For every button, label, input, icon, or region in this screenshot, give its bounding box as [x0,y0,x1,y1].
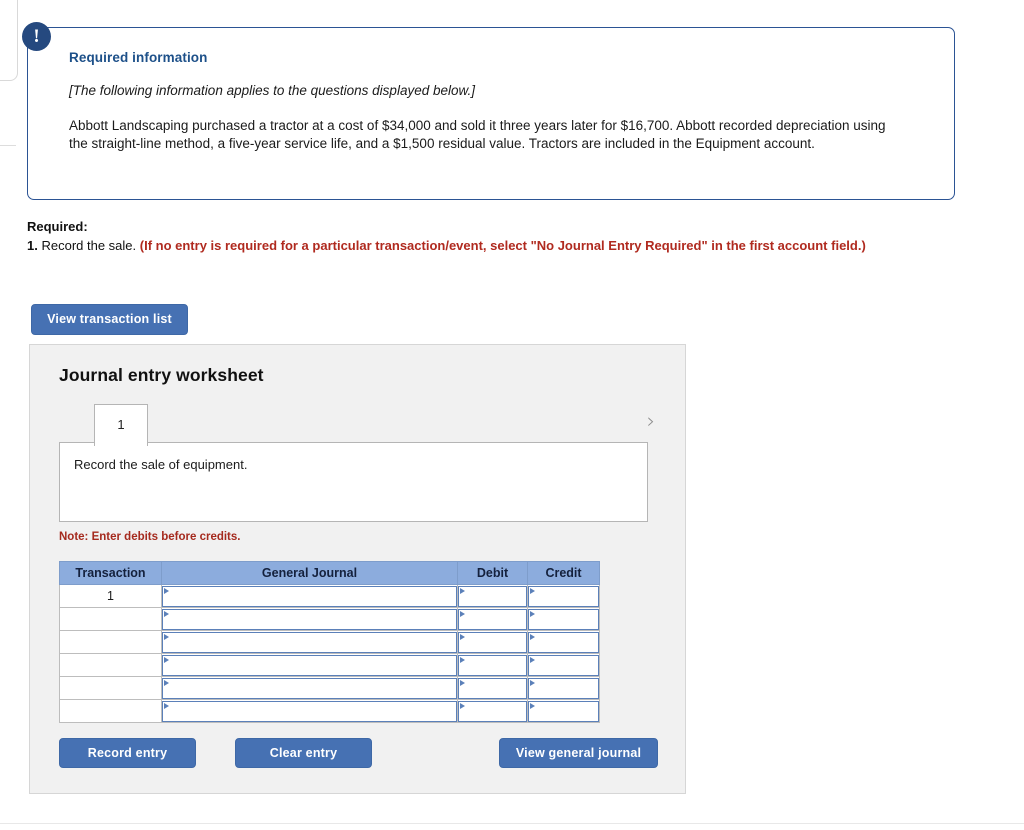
chevron-right-icon[interactable]: › [640,411,662,433]
general-journal-input[interactable] [162,608,457,630]
view-general-journal-button[interactable]: View general journal [499,738,658,768]
required-label: Required: [27,219,88,234]
cell-credit[interactable] [527,607,600,631]
callout-title: Required information [69,50,208,65]
cell-general-journal[interactable] [161,676,458,700]
worksheet-tabstrip: ‹ 1 › [30,400,687,446]
debits-before-credits-note: Note: Enter debits before credits. [59,531,241,543]
table-row [59,630,600,654]
exclamation-icon: ! [22,22,51,51]
worksheet-tab-1[interactable]: 1 [94,404,148,446]
required-instructions: Required: 1. Record the sale. (If no ent… [27,219,957,255]
column-header-general-journal: General Journal [161,561,458,585]
worksheet-title: Journal entry worksheet [59,365,264,385]
debit-input[interactable] [458,631,527,653]
journal-entry-worksheet-panel: Journal entry worksheet ‹ 1 › Record the… [29,344,686,794]
cell-debit[interactable] [457,584,528,608]
debit-input[interactable] [458,700,527,722]
table-row [59,653,600,677]
cell-transaction [59,653,162,677]
cell-general-journal[interactable] [161,630,458,654]
clear-entry-button[interactable]: Clear entry [235,738,372,768]
column-header-transaction: Transaction [59,561,162,585]
cell-transaction: 1 [59,584,162,608]
record-entry-button[interactable]: Record entry [59,738,196,768]
callout-italic-note: [The following information applies to th… [69,83,475,98]
cell-debit[interactable] [457,699,528,723]
cell-general-journal[interactable] [161,607,458,631]
credit-input[interactable] [528,700,599,722]
general-journal-input[interactable] [162,585,457,607]
table-row: 1 [59,584,600,608]
general-journal-input[interactable] [162,700,457,722]
table-row [59,676,600,700]
debit-input[interactable] [458,677,527,699]
cell-general-journal[interactable] [161,653,458,677]
table-row [59,699,600,723]
cell-transaction [59,630,162,654]
credit-input[interactable] [528,677,599,699]
required-item-text: Record the sale. [41,238,137,253]
cell-debit[interactable] [457,607,528,631]
journal-entry-table-body: 1 [59,584,600,723]
table-row [59,607,600,631]
bottom-divider [0,823,1024,824]
worksheet-description-box: Record the sale of equipment. [59,442,648,522]
required-information-callout: Required information [The following info… [27,27,955,200]
cell-credit[interactable] [527,630,600,654]
credit-input[interactable] [528,654,599,676]
journal-entry-table: Transaction General Journal Debit Credit… [59,561,600,723]
general-journal-input[interactable] [162,654,457,676]
page-root: ! Required information [The following in… [0,0,1024,830]
callout-body-text: Abbott Landscaping purchased a tractor a… [69,118,886,152]
cell-transaction [59,699,162,723]
required-emphasis-text: (If no entry is required for a particula… [139,238,866,253]
cell-credit[interactable] [527,653,600,677]
table-header-row: Transaction General Journal Debit Credit [59,561,600,585]
credit-input[interactable] [528,585,599,607]
general-journal-input[interactable] [162,631,457,653]
cell-credit[interactable] [527,584,600,608]
view-transaction-list-button[interactable]: View transaction list [31,304,188,335]
debit-input[interactable] [458,608,527,630]
required-item-line: 1. Record the sale. (If no entry is requ… [27,237,957,255]
debit-input[interactable] [458,654,527,676]
credit-input[interactable] [528,631,599,653]
debit-input[interactable] [458,585,527,607]
cell-debit[interactable] [457,653,528,677]
credit-input[interactable] [528,608,599,630]
left-divider [0,145,16,146]
worksheet-description-text: Record the sale of equipment. [74,457,248,472]
cell-transaction [59,676,162,700]
cell-debit[interactable] [457,676,528,700]
offscreen-panel-edge [0,0,18,81]
column-header-credit: Credit [527,561,600,585]
cell-debit[interactable] [457,630,528,654]
column-header-debit: Debit [457,561,528,585]
cell-transaction [59,607,162,631]
cell-general-journal[interactable] [161,699,458,723]
cell-general-journal[interactable] [161,584,458,608]
cell-credit[interactable] [527,676,600,700]
required-item-number: 1. [27,238,38,253]
general-journal-input[interactable] [162,677,457,699]
cell-credit[interactable] [527,699,600,723]
